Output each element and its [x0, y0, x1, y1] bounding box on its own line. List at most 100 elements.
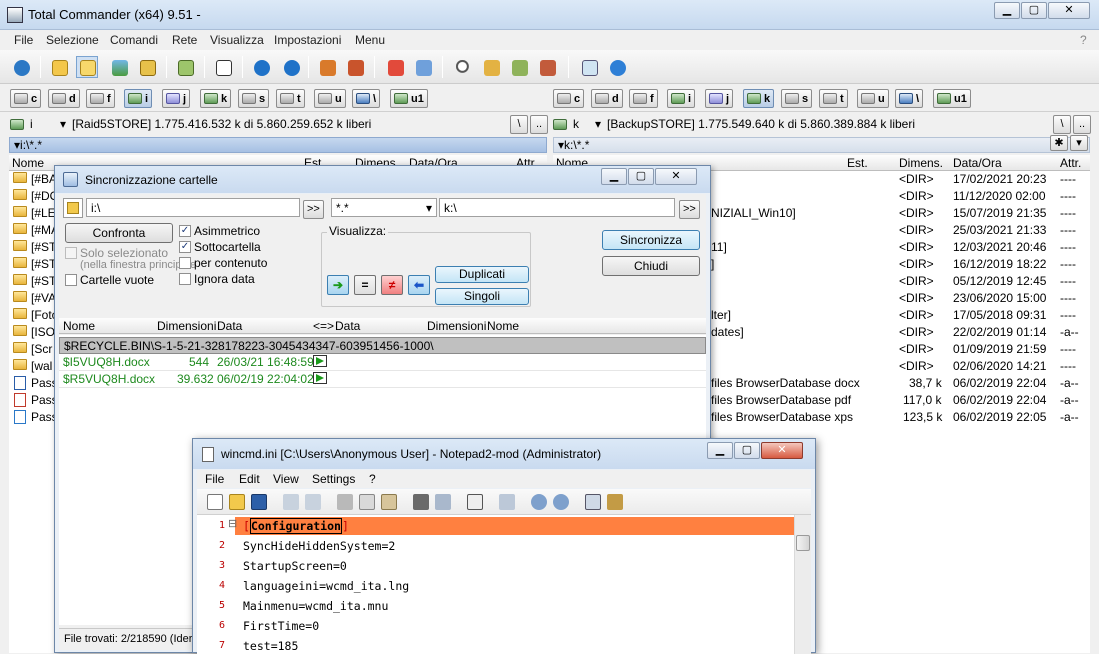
minimize-button[interactable]: ▁	[994, 2, 1020, 19]
right-drive-j[interactable]: j	[705, 89, 734, 108]
left-drive-f[interactable]: f	[86, 89, 115, 108]
combo-arrow-icon[interactable]: ▾	[595, 117, 601, 131]
right-drive-f[interactable]: f	[629, 89, 658, 108]
left-drive-k[interactable]: k	[200, 89, 232, 108]
left-drive-u1[interactable]: u1	[390, 89, 428, 108]
compare-button[interactable]	[536, 56, 558, 78]
show-different-button[interactable]: ≠	[381, 275, 403, 295]
np-menu-edit[interactable]: Edit	[239, 472, 260, 486]
zoom-in-icon[interactable]	[531, 494, 547, 510]
right-drive-i[interactable]: i	[667, 89, 696, 108]
line-numbers-icon[interactable]	[499, 494, 515, 510]
ftp-button[interactable]	[384, 56, 406, 78]
col-nome-right[interactable]: Nome	[487, 319, 519, 333]
right-drive-t[interactable]: t	[819, 89, 848, 108]
cut-icon[interactable]	[337, 494, 353, 510]
maximize-button[interactable]: ▢	[734, 442, 760, 459]
right-browse-button[interactable]: >>	[679, 200, 700, 219]
notepad-button[interactable]	[578, 56, 600, 78]
col-nome[interactable]: Nome	[12, 156, 44, 170]
search-button[interactable]	[452, 56, 474, 78]
np-menu-view[interactable]: View	[273, 472, 299, 486]
left-dir-button[interactable]	[63, 198, 83, 218]
url-button[interactable]	[412, 56, 434, 78]
pack-button[interactable]	[212, 56, 234, 78]
col-data-right[interactable]: Data	[335, 319, 360, 333]
exit-icon[interactable]	[607, 494, 623, 510]
replace-icon[interactable]	[435, 494, 451, 510]
left-path-input[interactable]: i:\	[86, 198, 300, 217]
duplicates-button[interactable]: Duplicati	[435, 266, 529, 283]
tree-button[interactable]	[136, 56, 158, 78]
vertical-scrollbar[interactable]	[794, 515, 811, 654]
zoom-out-icon[interactable]	[553, 494, 569, 510]
info-button[interactable]	[606, 56, 628, 78]
left-drive-u[interactable]: u	[314, 89, 346, 108]
help-mark[interactable]: ?	[1080, 33, 1087, 47]
menu-menu[interactable]: Menu	[355, 33, 385, 47]
minimize-button[interactable]: ▁	[707, 442, 733, 459]
unpack-files-button[interactable]	[344, 56, 366, 78]
np-menu-help[interactable]: ?	[369, 472, 376, 486]
left-drive-network[interactable]: \	[352, 89, 381, 108]
thumbnail-button[interactable]	[108, 56, 130, 78]
combo-arrow-icon[interactable]: ▾	[60, 117, 66, 131]
empty-dirs-checkbox[interactable]: Cartelle vuote	[65, 273, 154, 287]
singles-button[interactable]: Singoli	[435, 288, 529, 305]
maximize-button[interactable]: ▢	[1021, 2, 1047, 19]
asymmetric-checkbox[interactable]: ✓ Asimmetrico	[179, 224, 260, 238]
np-menu-file[interactable]: File	[205, 472, 224, 486]
save-icon[interactable]	[251, 494, 267, 510]
pack-files-button[interactable]	[316, 56, 338, 78]
view-full-button[interactable]	[76, 56, 98, 78]
right-path-input[interactable]: k:\	[439, 198, 675, 217]
subfolder-checkbox[interactable]: ✓ Sottocartella	[179, 240, 261, 254]
right-filter-button[interactable]: ✱	[1050, 135, 1068, 151]
menu-impostazioni[interactable]: Impostazioni	[274, 33, 341, 47]
fold-icon[interactable]: ⊟	[228, 517, 237, 530]
scrollbar-thumb[interactable]	[796, 535, 810, 551]
right-drive-s[interactable]: s	[781, 89, 813, 108]
notepad-title-bar[interactable]: wincmd.ini [C:\Users\Anonymous User] - N…	[193, 439, 815, 469]
close-dialog-button[interactable]: Chiudi	[602, 256, 700, 276]
find-icon[interactable]	[413, 494, 429, 510]
minimize-button[interactable]: ▁	[601, 168, 627, 185]
filter-combo[interactable]: *.* ▾	[331, 198, 437, 217]
paste-icon[interactable]	[381, 494, 397, 510]
right-root-button[interactable]: \	[1053, 114, 1071, 134]
col-dimensioni-right[interactable]: Dimensioni	[427, 319, 486, 333]
col-est[interactable]: Est.	[847, 156, 868, 170]
copy-right-arrow-icon[interactable]	[313, 355, 327, 367]
right-drive-u[interactable]: u	[857, 89, 889, 108]
left-path-bar[interactable]: ▾i:\*.*	[9, 137, 547, 153]
close-button[interactable]: ✕	[761, 442, 803, 459]
redo-icon[interactable]	[305, 494, 321, 510]
left-up-button[interactable]: ..	[530, 114, 548, 134]
refresh-button[interactable]	[10, 56, 32, 78]
right-up-button[interactable]: ..	[1073, 114, 1091, 134]
right-drive-u1[interactable]: u1	[933, 89, 971, 108]
sync-title-bar[interactable]: Sincronizzazione cartelle ▁ ▢ ✕	[55, 166, 710, 193]
col-attr[interactable]: Attr.	[1060, 156, 1081, 170]
invert-selection-button[interactable]	[174, 56, 196, 78]
maximize-button[interactable]: ▢	[628, 168, 654, 185]
view-brief-button[interactable]	[48, 56, 70, 78]
col-data[interactable]: Data	[217, 319, 242, 333]
np-menu-settings[interactable]: Settings	[312, 472, 355, 486]
right-path-bar[interactable]: ▾k:\*.* ✱ ▾	[553, 135, 1090, 153]
col-compare[interactable]: <=>	[313, 319, 334, 333]
right-drive-network[interactable]: \	[895, 89, 924, 108]
show-equal-button[interactable]: =	[354, 275, 376, 295]
right-drive-k[interactable]: k	[743, 89, 775, 108]
sync-dirs-button[interactable]	[508, 56, 530, 78]
left-drive-c[interactable]: c	[10, 89, 42, 108]
undo-icon[interactable]	[283, 494, 299, 510]
close-button[interactable]: ✕	[655, 168, 697, 185]
compare-button[interactable]: Confronta	[65, 223, 173, 243]
col-dimens[interactable]: Dimens.	[899, 156, 943, 170]
menu-selezione[interactable]: Selezione	[46, 33, 99, 47]
col-dimensioni[interactable]: Dimensioni	[157, 319, 216, 333]
menu-file[interactable]: File	[14, 33, 33, 47]
back-button[interactable]	[250, 56, 272, 78]
left-browse-button[interactable]: >>	[303, 200, 324, 219]
